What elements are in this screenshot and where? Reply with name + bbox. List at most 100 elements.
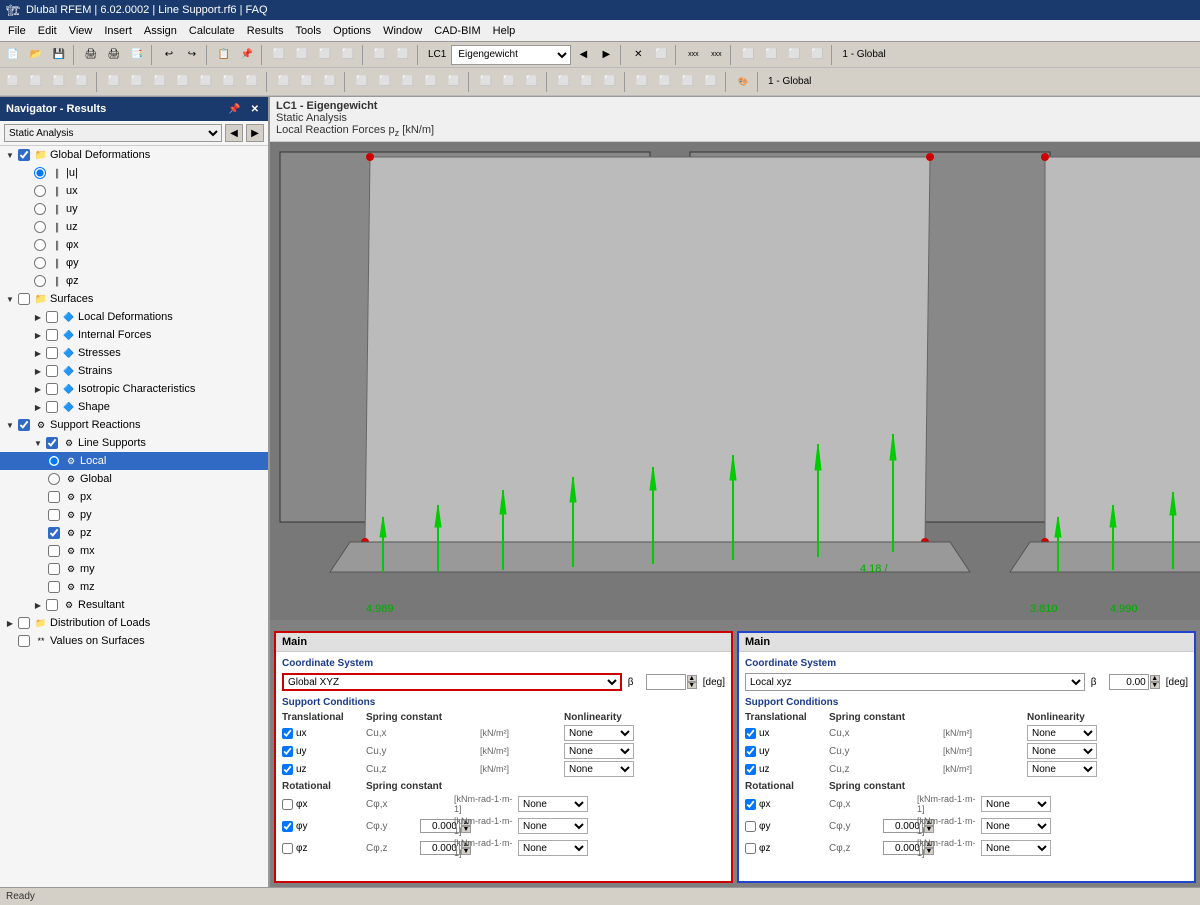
cb-mx[interactable] — [48, 545, 60, 557]
radio-ux[interactable] — [34, 185, 46, 197]
left-cb-phiz[interactable] — [282, 843, 293, 854]
radio-global[interactable] — [48, 473, 60, 485]
tb-b8[interactable]: ⬜ — [650, 44, 672, 66]
tree-item-uz[interactable]: ║ uz — [0, 218, 268, 236]
radio-phiz[interactable] — [34, 275, 46, 287]
cb-resultant[interactable] — [46, 599, 58, 611]
tb-r2-b4[interactable]: ⬜ — [71, 71, 93, 93]
cb-pz[interactable] — [48, 527, 60, 539]
menu-item-file[interactable]: File — [2, 23, 32, 39]
tb-r2-b7[interactable]: ⬜ — [149, 71, 171, 93]
tree-item-stresses[interactable]: ▶ 🔷 Stresses — [0, 344, 268, 362]
right-nonlin-phiy[interactable]: None — [981, 818, 1051, 834]
tb-print[interactable]: 🖨 — [80, 44, 102, 66]
menu-item-assign[interactable]: Assign — [138, 23, 183, 39]
radio-phix[interactable] — [34, 239, 46, 251]
right-beta-up[interactable]: ▲ — [1150, 675, 1160, 682]
tb-undo[interactable]: ↩ — [158, 44, 180, 66]
left-beta-value[interactable] — [646, 674, 686, 690]
tb-xxx2[interactable]: xxx — [705, 44, 727, 66]
tb-r2-b9[interactable]: ⬜ — [195, 71, 217, 93]
left-nonlin-uy[interactable]: None — [564, 743, 634, 759]
cb-local-deformations[interactable] — [46, 311, 58, 323]
menu-item-calculate[interactable]: Calculate — [183, 23, 241, 39]
tb-r2-b15[interactable]: ⬜ — [351, 71, 373, 93]
right-phiy-input[interactable]: ▲ ▼ — [883, 819, 913, 833]
tb-r2-b27[interactable]: ⬜ — [654, 71, 676, 93]
right-beta-value[interactable] — [1109, 674, 1149, 690]
cb-values-surfaces[interactable] — [18, 635, 30, 647]
right-cb-uy[interactable] — [745, 746, 756, 757]
tb-b12[interactable]: ⬜ — [806, 44, 828, 66]
tb-b11[interactable]: ⬜ — [783, 44, 805, 66]
tree-item-uy[interactable]: ║ uy — [0, 200, 268, 218]
tb-r2-b20[interactable]: ⬜ — [475, 71, 497, 93]
tree-item-local[interactable]: ⚙ Local — [0, 452, 268, 470]
cb-isotropic[interactable] — [46, 383, 58, 395]
tb-save[interactable]: 💾 — [48, 44, 70, 66]
menu-item-options[interactable]: Options — [327, 23, 377, 39]
right-nonlin-uy[interactable]: None — [1027, 743, 1097, 759]
tree-item-shape[interactable]: ▶ 🔷 Shape — [0, 398, 268, 416]
menu-item-help[interactable]: Help — [487, 23, 522, 39]
tree-item-mz[interactable]: ⚙ mz — [0, 578, 268, 596]
tree-item-line-supports[interactable]: ▼ ⚙ Line Supports — [0, 434, 268, 452]
tb-r2-b19[interactable]: ⬜ — [443, 71, 465, 93]
tb-r2-b25[interactable]: ⬜ — [599, 71, 621, 93]
tb-next-lc[interactable]: ▶ — [595, 44, 617, 66]
tb-r2-b23[interactable]: ⬜ — [553, 71, 575, 93]
cb-support-reactions[interactable] — [18, 419, 30, 431]
right-beta-down[interactable]: ▼ — [1150, 682, 1160, 689]
cb-global-deformations[interactable] — [18, 149, 30, 161]
tree-item-pz[interactable]: ⚙ pz — [0, 524, 268, 542]
tree-item-local-deformations[interactable]: ▶ 🔷 Local Deformations — [0, 308, 268, 326]
left-beta-input[interactable]: ▲ ▼ — [646, 674, 697, 690]
tree-item-surfaces[interactable]: ▼ 📁 Surfaces — [0, 290, 268, 308]
right-nonlin-phiz[interactable]: None — [981, 840, 1051, 856]
tb-b2[interactable]: ⬜ — [291, 44, 313, 66]
right-cb-uz[interactable] — [745, 764, 756, 775]
tb-b9[interactable]: ⬜ — [737, 44, 759, 66]
menu-item-results[interactable]: Results — [241, 23, 290, 39]
tb-r2-b24[interactable]: ⬜ — [576, 71, 598, 93]
nav-next-button[interactable]: ▶ — [246, 124, 264, 142]
tb-new[interactable]: 📄 — [2, 44, 24, 66]
left-cb-ux[interactable] — [282, 728, 293, 739]
right-nonlin-ux[interactable]: None — [1027, 725, 1097, 741]
right-nonlin-uz[interactable]: None — [1027, 761, 1097, 777]
tb-b3[interactable]: ⬜ — [314, 44, 336, 66]
tree-item-isotropic[interactable]: ▶ 🔷 Isotropic Characteristics — [0, 380, 268, 398]
tb-b1[interactable]: ⬜ — [268, 44, 290, 66]
left-coord-system-select[interactable]: Global XYZ — [282, 673, 622, 691]
left-phiy-input[interactable]: ▲ ▼ — [420, 819, 450, 833]
tree-item-mx[interactable]: ⚙ mx — [0, 542, 268, 560]
tree-item-resultant[interactable]: ▶ ⚙ Resultant — [0, 596, 268, 614]
left-cb-phix[interactable] — [282, 799, 293, 810]
tb-redo[interactable]: ↪ — [181, 44, 203, 66]
tb-b7[interactable]: ✕ — [627, 44, 649, 66]
tree-item-my[interactable]: ⚙ my — [0, 560, 268, 578]
nav-filter-select[interactable]: Static Analysis — [4, 124, 222, 142]
menu-item-edit[interactable]: Edit — [32, 23, 63, 39]
tb-r2-b17[interactable]: ⬜ — [397, 71, 419, 93]
cb-stresses[interactable] — [46, 347, 58, 359]
left-beta-up[interactable]: ▲ — [687, 675, 697, 682]
left-nonlin-phix[interactable]: None — [518, 796, 588, 812]
cb-dist-loads[interactable] — [18, 617, 30, 629]
tb-r2-b16[interactable]: ⬜ — [374, 71, 396, 93]
tb-r2-b30[interactable]: 🎨 — [732, 71, 754, 93]
tb-b6[interactable]: ⬜ — [392, 44, 414, 66]
menu-item-insert[interactable]: Insert — [98, 23, 138, 39]
cb-line-supports[interactable] — [46, 437, 58, 449]
tree-item-ux[interactable]: ║ ux — [0, 182, 268, 200]
tb-r2-b13[interactable]: ⬜ — [296, 71, 318, 93]
left-cb-phiy[interactable] — [282, 821, 293, 832]
cb-py[interactable] — [48, 509, 60, 521]
tree-item-px[interactable]: ⚙ px — [0, 488, 268, 506]
right-cb-phix[interactable] — [745, 799, 756, 810]
radio-phiy[interactable] — [34, 257, 46, 269]
tb-copy[interactable]: 📋 — [213, 44, 235, 66]
left-nonlin-phiz[interactable]: None — [518, 840, 588, 856]
tree-item-global-deformations[interactable]: ▼ 📁 Global Deformations — [0, 146, 268, 164]
tree-item-phix[interactable]: ║ φx — [0, 236, 268, 254]
